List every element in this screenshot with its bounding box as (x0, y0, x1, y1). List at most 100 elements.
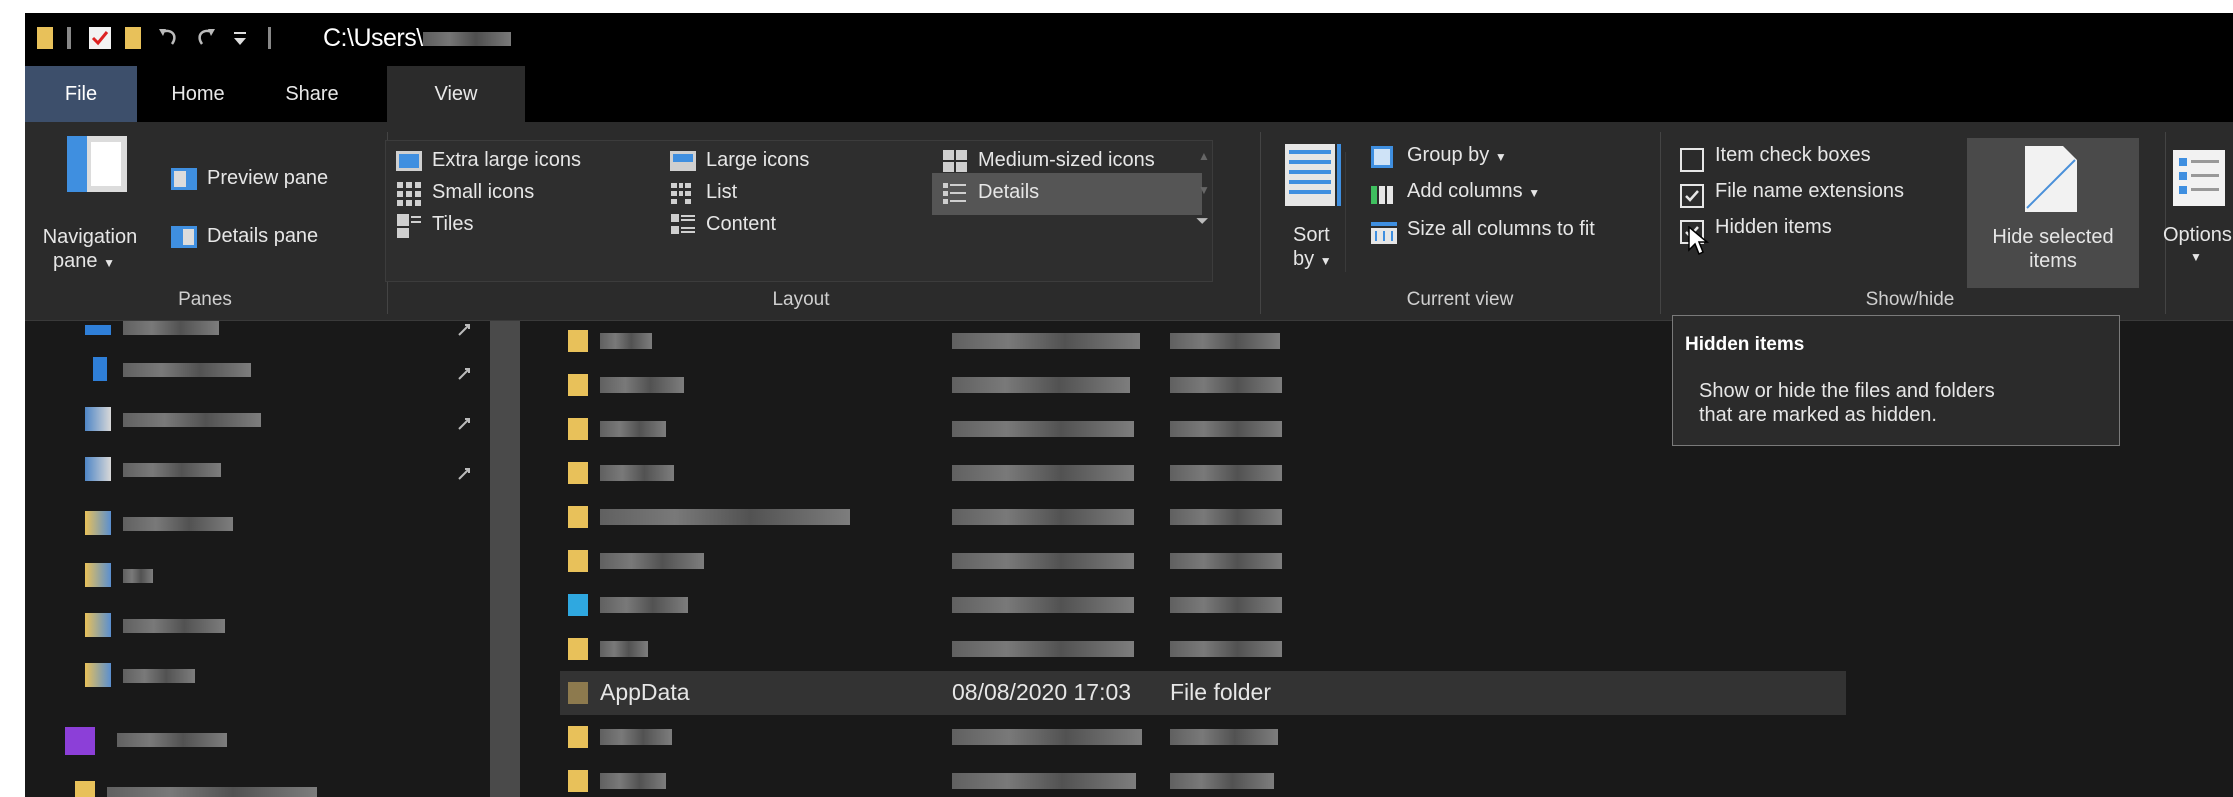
layout-content[interactable]: Content (706, 213, 776, 236)
redacted-date (952, 773, 1136, 789)
redacted-date (952, 553, 1134, 569)
list-item[interactable] (560, 407, 1846, 451)
redacted-date (952, 597, 1134, 613)
content-icon (670, 213, 696, 244)
tab-view[interactable]: View (387, 66, 525, 122)
preview-pane-label: Preview pane (207, 167, 329, 189)
hide-selected-items-button[interactable]: Hide selected items (1967, 138, 2139, 288)
folder-icon[interactable] (35, 25, 55, 51)
qat-separator (65, 25, 73, 51)
redacted-label (123, 413, 261, 427)
group-by-icon (1371, 146, 1393, 173)
redacted-date (952, 465, 1134, 481)
dropdown-arrow-icon: ▼ (2190, 250, 2202, 264)
documents-icon (85, 407, 111, 431)
desktop-icon (85, 325, 111, 335)
file-name-extensions-label: File name extensions (1715, 180, 1904, 202)
dropdown-arrow-icon: ▼ (1494, 150, 1507, 164)
list-item[interactable] (560, 627, 1846, 671)
list-item[interactable] (560, 759, 1846, 797)
redacted-type (1170, 597, 1282, 613)
redacted-name (600, 729, 672, 745)
redacted-name (600, 421, 666, 437)
tooltip-body-line2: that are marked as hidden. (1699, 404, 1937, 426)
hidden-folder-icon (568, 682, 588, 704)
list-item[interactable] (560, 495, 1846, 539)
current-view-group-label: Current view (1406, 289, 1514, 310)
redacted-label (123, 363, 251, 377)
file-name-extensions-checkbox[interactable] (1680, 184, 1704, 208)
options-icon (2165, 150, 2225, 211)
layout-details[interactable]: Details (978, 181, 1039, 204)
gallery-scroll-down-icon[interactable]: ▼ (1198, 183, 1210, 197)
tooltip-title: Hidden items (1685, 334, 1805, 355)
size-columns-icon (1371, 222, 1397, 249)
list-item-appdata[interactable]: AppData 08/08/2020 17:03 File folder (560, 671, 1846, 715)
redacted-type (1170, 333, 1280, 349)
navigation-pane-label-2: pane ▼ (53, 250, 115, 272)
hide-selected-items-icon (2025, 146, 2077, 217)
properties-check-icon[interactable] (87, 25, 113, 51)
undo-icon[interactable] (155, 25, 181, 51)
redacted-name (600, 509, 850, 525)
redacted-date (952, 421, 1134, 437)
folder-icon (75, 781, 95, 797)
list-item[interactable] (560, 715, 1846, 759)
hide-selected-label: Hide selected (1992, 226, 2114, 248)
ribbon-tabs: File Home Share View (25, 66, 2233, 122)
layout-tiles[interactable]: Tiles (432, 213, 473, 236)
redacted-date (952, 641, 1134, 657)
list-icon (670, 181, 696, 212)
new-folder-icon[interactable] (123, 25, 143, 51)
redacted-name (600, 773, 666, 789)
folder-icon (85, 563, 111, 587)
check-icon (1685, 190, 1699, 202)
tab-file[interactable]: File (25, 66, 137, 122)
redacted-label (123, 569, 153, 583)
medium-icons-icon (942, 149, 968, 178)
sort-by-label: Sort (1293, 224, 1330, 246)
redo-icon[interactable] (193, 25, 219, 51)
item-check-boxes-checkbox[interactable] (1680, 148, 1704, 172)
list-item[interactable] (560, 451, 1846, 495)
tab-home[interactable]: Home (143, 66, 253, 122)
redacted-name (600, 553, 704, 569)
redacted-date (952, 333, 1140, 349)
user-folder-icon (65, 727, 95, 755)
layout-extra-large-icons[interactable]: Extra large icons (432, 149, 581, 172)
redacted-username (422, 32, 511, 47)
folder-icon (568, 330, 588, 352)
folder-icon (568, 374, 588, 396)
preview-pane-icon (171, 168, 197, 195)
pin-icon (457, 323, 471, 337)
layout-large-icons[interactable]: Large icons (706, 149, 809, 172)
gallery-scroll-up-icon[interactable]: ▲ (1198, 149, 1210, 163)
list-item[interactable] (560, 539, 1846, 583)
layout-group-label: Layout (772, 289, 830, 310)
list-item[interactable] (560, 319, 1846, 363)
list-item[interactable] (560, 363, 1846, 407)
3d-objects-icon (568, 594, 588, 616)
layout-gallery: Extra large icons Large icons Medium-siz… (385, 140, 1213, 282)
add-columns-icon (1371, 184, 1395, 209)
layout-medium-icons[interactable]: Medium-sized icons (978, 149, 1155, 172)
redacted-name (600, 465, 674, 481)
list-item[interactable] (560, 583, 1846, 627)
redacted-label (117, 733, 227, 747)
navigation-pane-label: Navigation (42, 226, 138, 248)
gallery-expand-icon[interactable]: ⏷ (1196, 213, 1209, 231)
redacted-type (1170, 729, 1278, 745)
details-pane-label: Details pane (207, 225, 319, 247)
sort-by-label-2: by ▼ (1293, 248, 1332, 270)
file-name: AppData (600, 679, 690, 705)
tab-share[interactable]: Share (257, 66, 367, 122)
layout-small-icons[interactable]: Small icons (432, 181, 534, 204)
customize-dropdown-icon[interactable] (229, 25, 251, 51)
folder-icon (568, 726, 588, 748)
folder-icon (85, 663, 111, 687)
navigation-pane-scrollbar[interactable] (490, 321, 520, 797)
group-by-label: Group by ▼ (1407, 144, 1507, 166)
layout-list[interactable]: List (706, 181, 737, 204)
tooltip-body-line1: Show or hide the files and folders (1699, 380, 1995, 402)
ribbon-divider (1660, 132, 1661, 314)
